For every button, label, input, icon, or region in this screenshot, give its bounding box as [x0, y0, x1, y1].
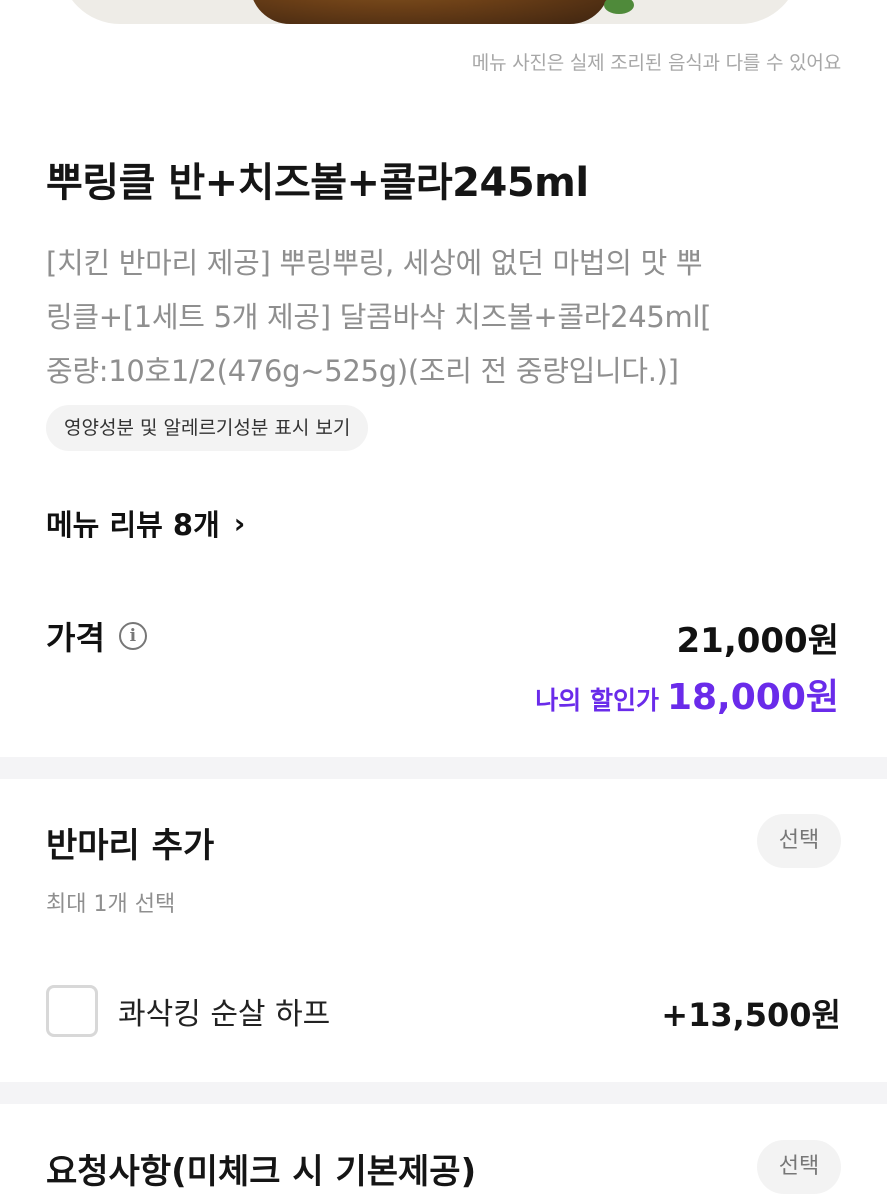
info-circle-icon[interactable]: i: [118, 622, 147, 650]
chevron-right-icon: ›: [233, 506, 246, 540]
option-item[interactable]: 콰삭킹 순살 하프 +13,500원: [46, 984, 841, 1038]
menu-detail-page: 메뉴 사진은 실제 조리된 음식과 다를 수 있어요 뿌링클 반+치즈볼+콜라2…: [0, 0, 887, 1200]
section-divider: [0, 1082, 887, 1104]
option-group-title: 요청사항(미체크 시 기본제공): [46, 1152, 477, 1192]
original-price: 21,000원: [676, 621, 839, 661]
price-label: 가격: [46, 619, 105, 657]
discount-price-row: 나의 할인가 18,000원: [535, 668, 839, 720]
menu-review-label: 메뉴 리뷰 8개: [46, 508, 220, 542]
optional-badge: 선택: [757, 1140, 841, 1194]
menu-description-line: [치킨 반마리 제공] 뿌링뿌링, 세상에 없던 마법의 맛 뿌: [46, 246, 703, 280]
menu-description-line: 링클+[1세트 5개 제공] 달콤바삭 치즈볼+콜라245ml[: [46, 300, 712, 334]
option-group-title: 반마리 추가: [46, 826, 215, 866]
checkbox-icon[interactable]: [46, 985, 98, 1037]
option-price: +13,500원: [661, 996, 841, 1034]
menu-description-line: 중량:10호1/2(476g~525g)(조리 전 중량입니다.)]: [46, 354, 679, 388]
chicken-image: [250, 0, 610, 24]
section-divider: [0, 757, 887, 779]
menu-photo: [0, 0, 887, 24]
option-name: 콰삭킹 순살 하프: [118, 997, 331, 1032]
optional-badge: 선택: [757, 814, 841, 868]
option-group-limit: 최대 1개 선택: [46, 892, 176, 917]
discount-label: 나의 할인가: [535, 686, 659, 715]
discount-price: 18,000원: [666, 677, 839, 718]
menu-title: 뿌링클 반+치즈볼+콜라245ml: [46, 160, 589, 206]
menu-review-link[interactable]: 메뉴 리뷰 8개 ›: [46, 502, 245, 544]
menu-description: [치킨 반마리 제공] 뿌링뿌링, 세상에 없던 마법의 맛 뿌 링클+[1세트…: [46, 236, 836, 398]
price-heading: 가격 i: [46, 613, 147, 659]
photo-disclaimer: 메뉴 사진은 실제 조리된 음식과 다를 수 있어요: [471, 52, 841, 74]
nutrition-allergen-button[interactable]: 영양성분 및 알레르기성분 표시 보기: [46, 405, 369, 451]
